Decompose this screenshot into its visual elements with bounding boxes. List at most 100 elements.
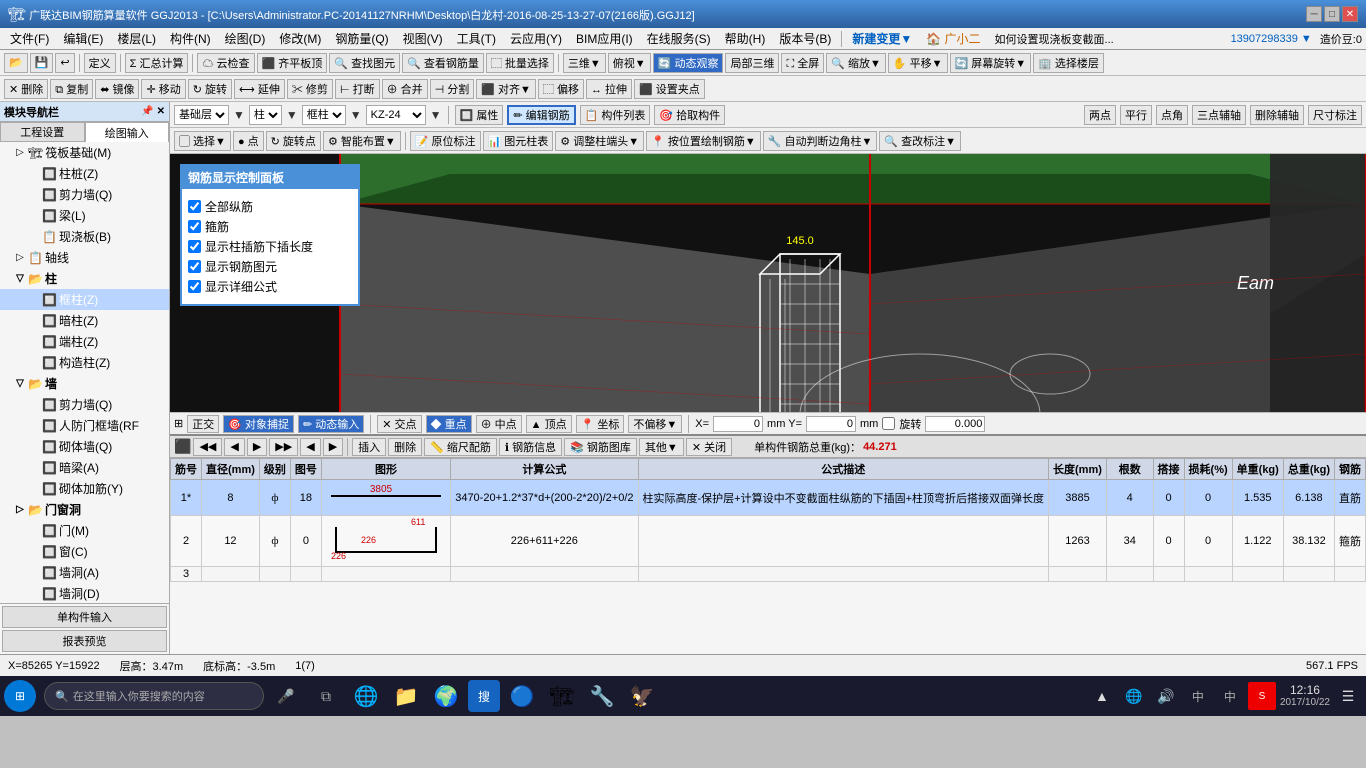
btn-screen-rotate[interactable]: 🔄 屏幕旋转▼ <box>950 53 1032 73</box>
btn-scale-steel[interactable]: 📏 缩尺配筋 <box>424 438 497 456</box>
table-row[interactable]: 3 <box>171 567 1366 582</box>
btn-point-angle[interactable]: 点角 <box>1156 105 1188 125</box>
btn-properties[interactable]: 🔲 属性 <box>455 105 504 125</box>
btn-delete-row[interactable]: 删除 <box>388 438 422 456</box>
td-shape[interactable]: 3805 <box>321 480 450 516</box>
td-total[interactable]: 6.138 <box>1283 480 1334 516</box>
tree-item-shear-wall[interactable]: 🔲 剪力墙(Q) <box>0 394 169 415</box>
menu-version[interactable]: 版本号(B) <box>773 28 837 49</box>
expand-wall[interactable]: ▽ <box>14 378 26 389</box>
expand-raft[interactable]: ▷ <box>14 147 26 158</box>
menu-help[interactable]: 帮助(H) <box>719 28 772 49</box>
btn-delete[interactable]: ✕ 删除 <box>4 79 48 99</box>
menu-steel[interactable]: 钢筋量(Q) <box>329 28 394 49</box>
btn-single-input[interactable]: 单构件输入 <box>2 606 167 628</box>
btn-comp-list[interactable]: 📋 构件列表 <box>580 105 651 125</box>
tree-item-pile[interactable]: 🔲 柱桩(Z) <box>0 163 169 184</box>
check-show-formula[interactable]: 显示详细公式 <box>188 278 352 295</box>
minimize-button[interactable]: ─ <box>1306 6 1322 22</box>
menu-file[interactable]: 文件(F) <box>4 28 55 49</box>
btn-move[interactable]: ✛ 移动 <box>141 79 185 99</box>
td-loss[interactable] <box>1184 567 1232 582</box>
btn-cloud-check[interactable]: ☁ 云检查 <box>197 53 254 73</box>
btn-fullscreen[interactable]: ⛶ 全屏 <box>781 53 824 73</box>
btn-define[interactable]: 定义 <box>84 53 116 73</box>
btn-two-point[interactable]: 两点 <box>1084 105 1116 125</box>
btn-view-steel[interactable]: 🔍 查看钢筋量 <box>402 53 484 73</box>
menu-bim[interactable]: BIM应用(I) <box>570 28 639 49</box>
checkbox-show-formula[interactable] <box>188 280 201 293</box>
tree-item-civil-def[interactable]: 🔲 人防门框墙(RF <box>0 415 169 436</box>
td-diam[interactable] <box>202 567 260 582</box>
btn-merge[interactable]: ⊕ 合并 <box>382 79 428 99</box>
btn-mirror[interactable]: ⬌ 镜像 <box>95 79 139 99</box>
btn-parallel[interactable]: 平行 <box>1120 105 1152 125</box>
td-fig[interactable]: 0 <box>290 516 321 567</box>
tree-item-window-door[interactable]: ▷ 📂 门窗洞 <box>0 499 169 520</box>
td-id[interactable]: 1* <box>171 480 202 516</box>
btn-open[interactable]: 📂 <box>4 53 28 73</box>
taskbar-app-chrome[interactable]: 🌍 <box>428 678 464 714</box>
td-id[interactable]: 2 <box>171 516 202 567</box>
checkbox-stirrup[interactable] <box>188 220 201 233</box>
btn-snap-coord[interactable]: 📍 坐标 <box>576 415 625 433</box>
checkbox-insert-len[interactable] <box>188 240 201 253</box>
btn-three-point-aux[interactable]: 三点辅轴 <box>1192 105 1246 125</box>
btn-break[interactable]: ⊢ 打断 <box>335 79 380 99</box>
taskbar-app-explorer[interactable]: 📁 <box>388 678 424 714</box>
td-grade[interactable]: ф <box>259 480 290 516</box>
td-formula[interactable] <box>451 567 638 582</box>
tree-item-wall-hole-a[interactable]: 🔲 墙洞(A) <box>0 562 169 583</box>
start-button[interactable]: ⊞ <box>4 680 36 712</box>
tree-item-shear-wall-found[interactable]: 🔲 剪力墙(Q) <box>0 184 169 205</box>
menu-howto[interactable]: 如何设置现浇板变截面... <box>989 29 1120 49</box>
maximize-button[interactable]: □ <box>1324 6 1340 22</box>
taskbar-app-ie[interactable]: 🌐 <box>348 678 384 714</box>
td-shape[interactable] <box>321 567 450 582</box>
rebar-table-container[interactable]: 筋号 直径(mm) 级别 图号 图形 计算公式 公式描述 长度(mm) 根数 搭… <box>170 458 1366 654</box>
check-stirrup[interactable]: 箍筋 <box>188 218 352 235</box>
taskbar-app-taskview[interactable]: ⧉ <box>308 678 344 714</box>
td-total[interactable]: 38.132 <box>1283 516 1334 567</box>
tray-sogou-icon[interactable]: S <box>1248 682 1276 710</box>
check-insert-len[interactable]: 显示柱插筋下插长度 <box>188 238 352 255</box>
btn-steel-lib[interactable]: 📚 钢筋图库 <box>564 438 637 456</box>
close-button[interactable]: ✕ <box>1342 6 1358 22</box>
tree-item-frame-col[interactable]: 🔲 框柱(Z) <box>0 289 169 310</box>
td-count[interactable] <box>1106 567 1153 582</box>
btn-close-table[interactable]: ✕ 关闭 <box>686 438 732 456</box>
btn-find[interactable]: 🔍 查找图元 <box>329 53 400 73</box>
btn-point-draw[interactable]: ● 点 <box>233 131 264 151</box>
menu-cloud[interactable]: 云应用(Y) <box>504 28 568 49</box>
menu-draw[interactable]: 绘图(D) <box>219 28 272 49</box>
check-all-rebar[interactable]: 全部纵筋 <box>188 198 352 215</box>
btn-other[interactable]: 其他▼ <box>639 438 684 456</box>
tree-item-raft[interactable]: ▷ 🏗 筏板基础(M) <box>0 142 169 163</box>
btn-local-3d[interactable]: 局部三维 <box>725 53 779 73</box>
btn-dim-note[interactable]: 尺寸标注 <box>1308 105 1362 125</box>
taskbar-search[interactable]: 🔍 在这里输入你要搜索的内容 <box>44 682 264 710</box>
btn-draw-by-pos[interactable]: 📍 按位置绘制钢筋▼ <box>646 131 761 151</box>
tree-item-dark-beam[interactable]: 🔲 暗梁(A) <box>0 457 169 478</box>
td-grade[interactable] <box>259 567 290 582</box>
td-type[interactable]: 直筋 <box>1335 480 1366 516</box>
btn-batch-select[interactable]: ⬚ 批量选择 <box>486 53 554 73</box>
menu-online[interactable]: 在线服务(S) <box>641 28 717 49</box>
td-type[interactable]: 箍筋 <box>1335 516 1366 567</box>
tree-item-masonry-rebar[interactable]: 🔲 砌体加筋(Y) <box>0 478 169 499</box>
menu-modify[interactable]: 修改(M) <box>273 28 327 49</box>
btn-top-view[interactable]: 俯视▼ <box>608 53 651 73</box>
table-row[interactable]: 212ф0 226 611 226 226+611+226126334001.1… <box>171 516 1366 567</box>
btn-first[interactable]: ◀◀ <box>193 438 222 456</box>
btn-adj-col-end[interactable]: ⚙ 调整柱端头▼ <box>555 131 644 151</box>
btn-orthogonal[interactable]: 正交 <box>187 415 219 433</box>
tree-item-axis[interactable]: ▷ 📋 轴线 <box>0 247 169 268</box>
td-fig[interactable] <box>290 567 321 582</box>
btn-no-offset[interactable]: 不偏移▼ <box>628 415 682 433</box>
tab-project-settings[interactable]: 工程设置 <box>0 122 85 142</box>
td-total[interactable] <box>1283 567 1334 582</box>
btn-del-aux[interactable]: 删除辅轴 <box>1250 105 1304 125</box>
menu-component[interactable]: 构件(N) <box>164 28 217 49</box>
td-formula[interactable]: 226+611+226 <box>451 516 638 567</box>
btn-prev[interactable]: ◀ <box>224 438 244 456</box>
